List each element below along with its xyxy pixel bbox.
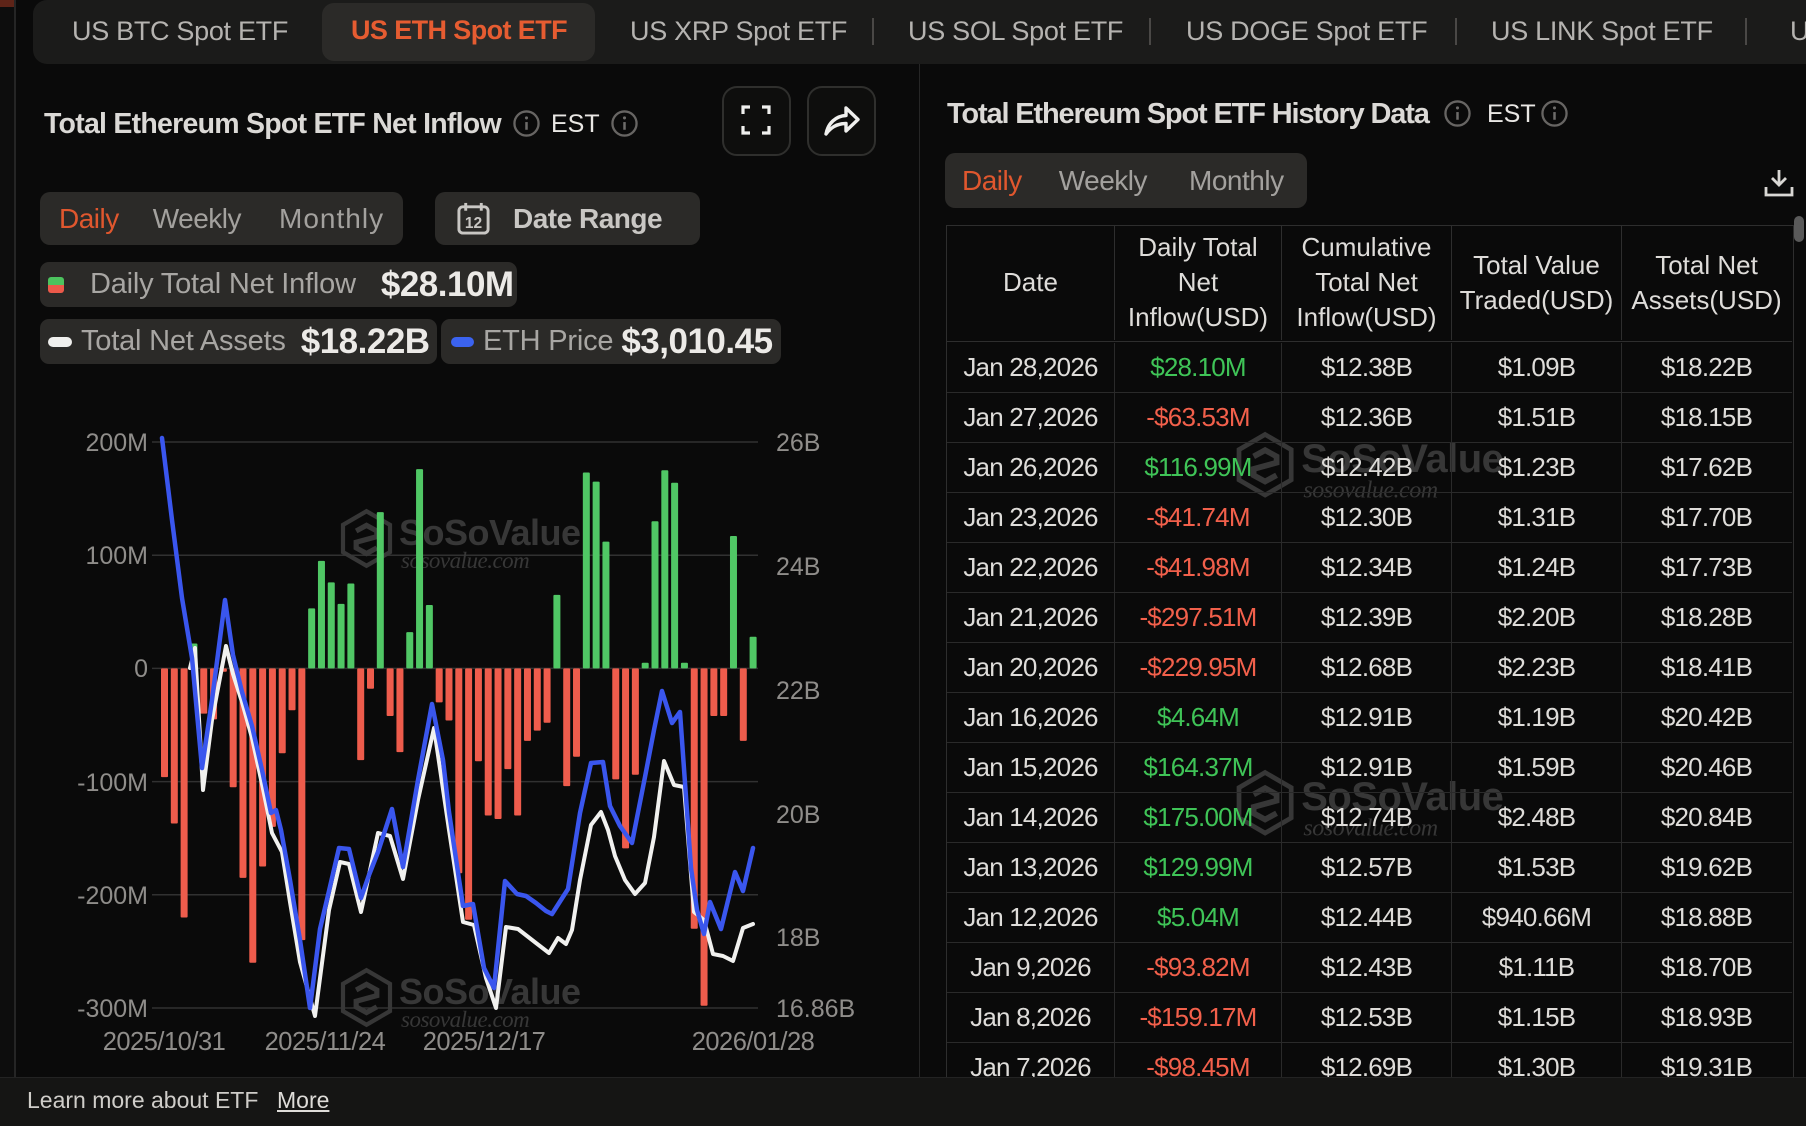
svg-text:16.86B: 16.86B <box>776 995 855 1023</box>
svg-text:-200M: -200M <box>77 882 148 910</box>
svg-text:100M: 100M <box>85 542 148 570</box>
svg-text:2025/11/24: 2025/11/24 <box>265 1028 386 1056</box>
svg-text:12: 12 <box>465 215 483 232</box>
svg-text:18B: 18B <box>776 924 820 952</box>
svg-text:-100M: -100M <box>77 769 148 797</box>
svg-text:-300M: -300M <box>77 995 148 1023</box>
svg-text:2025/10/31: 2025/10/31 <box>103 1028 226 1056</box>
svg-text:200M: 200M <box>85 429 148 457</box>
svg-text:20B: 20B <box>776 801 820 829</box>
svg-text:24B: 24B <box>776 553 820 581</box>
svg-text:2025/12/17: 2025/12/17 <box>423 1028 546 1056</box>
svg-text:22B: 22B <box>776 677 820 705</box>
svg-text:SoSoValue: SoSoValue <box>399 512 581 553</box>
svg-text:0: 0 <box>134 655 148 683</box>
svg-text:2026/01/28: 2026/01/28 <box>692 1028 815 1056</box>
svg-text:26B: 26B <box>776 429 820 457</box>
